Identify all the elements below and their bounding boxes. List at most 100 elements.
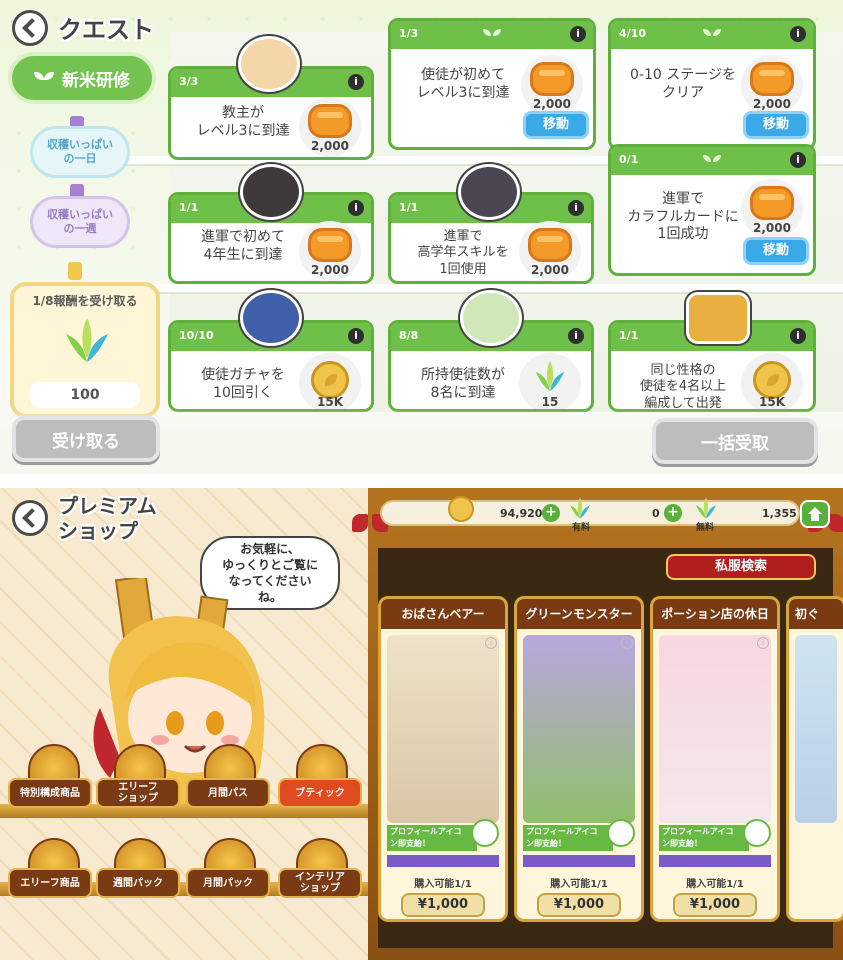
purchase-limit: 購入可能1/1 — [414, 879, 472, 890]
character-portrait — [240, 290, 302, 346]
add-gold-button[interactable]: + — [542, 504, 560, 522]
coin-icon — [750, 62, 794, 96]
quest-progress: 4/10 — [619, 27, 646, 40]
receive-button[interactable]: 受け取る — [12, 416, 160, 462]
gold-coin-icon — [753, 361, 791, 399]
coin-icon — [308, 104, 352, 138]
reward-coin: 2,000 — [521, 55, 583, 115]
mascot-portrait — [686, 292, 750, 344]
reward-coin: 2,000 — [299, 221, 361, 281]
category-tab-newbie[interactable]: 新米研修 — [8, 52, 156, 104]
special-bundle-button[interactable]: 特別構成商品 — [8, 778, 92, 808]
product-card[interactable]: 初ぐ — [786, 596, 843, 922]
info-icon[interactable]: i — [790, 26, 806, 42]
coin-icon — [308, 228, 352, 262]
quest-progress: 1/1 — [399, 201, 419, 214]
home-button[interactable] — [800, 500, 830, 528]
quest-progress: 1/1 — [619, 329, 639, 342]
paid-leaf-icon — [569, 497, 591, 519]
info-icon[interactable]: i — [570, 26, 586, 42]
go-button[interactable]: 移動 — [523, 111, 589, 139]
info-icon[interactable]: i — [757, 637, 769, 649]
product-tag: プロフィールアイコ ン即支給！ — [659, 825, 749, 851]
reward-amount: 15K — [317, 395, 343, 409]
coin-icon — [530, 62, 574, 96]
quest-description: 使徒ガチャを 10回引く — [201, 367, 285, 401]
product-note — [523, 855, 635, 867]
quest-description: 所持使徒数が 8名に到達 — [421, 367, 505, 401]
quest-description: 同じ性格の 使徒を4名以上 編成して出発 — [639, 363, 727, 411]
coin-icon — [750, 186, 794, 220]
monthly-pass-button[interactable]: 月間パス — [186, 778, 270, 808]
quest-description: 進軍で カラフルカードに 1回成功 — [627, 191, 739, 242]
category-label: 新米研修 — [62, 70, 130, 91]
quest-screen: クエスト 新米研修 収穫いっぱい の一日 収穫いっぱい の一週 1/8報酬を受け… — [0, 0, 843, 474]
free-leaf-icon — [695, 497, 717, 519]
quest-progress: 8/8 — [399, 329, 419, 342]
purchase-limit: 購入可能1/1 — [686, 879, 744, 890]
info-icon[interactable]: i — [790, 152, 806, 168]
gold-amount: 94,920 — [500, 507, 543, 520]
product-note — [659, 855, 771, 867]
info-icon[interactable]: i — [348, 200, 364, 216]
product-title: 初ぐ — [789, 599, 843, 629]
reward-progress-label: 1/8報酬を受け取る — [32, 294, 138, 308]
product-image — [659, 635, 771, 823]
paid-label: 有料 — [572, 523, 591, 533]
price-button[interactable]: ¥1,000 — [537, 893, 621, 917]
product-image — [387, 635, 499, 823]
quest-card: 1/3 i 使徒が初めて レベル3に到達 2,000 移動 — [388, 18, 596, 150]
info-icon[interactable]: i — [568, 200, 584, 216]
quest-description: 進軍で初めて 4年生に到達 — [201, 229, 285, 263]
progress-reward-panel: 1/8報酬を受け取る 100 — [10, 282, 160, 418]
info-icon[interactable]: i — [348, 328, 364, 344]
weekly-pack-button[interactable]: 週間パック — [96, 868, 180, 898]
reward-amount: 2,000 — [753, 97, 791, 111]
product-tag: プロフィールアイコ ン即支給！ — [523, 825, 613, 851]
bulk-receive-button[interactable]: 一括受取 — [652, 418, 818, 464]
add-paid-button[interactable]: + — [664, 504, 682, 522]
sprout-icon — [703, 27, 721, 41]
product-image — [795, 635, 837, 823]
category-tab-weekly[interactable]: 収穫いっぱい の一週 — [30, 196, 130, 248]
price-button[interactable]: ¥1,000 — [673, 893, 757, 917]
info-icon[interactable]: i — [485, 637, 497, 649]
monthly-pack-button[interactable]: 月間パック — [186, 868, 270, 898]
quest-progress: 1/3 — [399, 27, 419, 40]
back-button[interactable] — [12, 500, 48, 536]
quest-description: 使徒が初めて レベル3に到達 — [416, 67, 510, 101]
reward-amount: 2,000 — [531, 263, 569, 277]
info-icon[interactable]: i — [348, 74, 364, 90]
gold-coin-icon — [311, 361, 349, 399]
product-image — [523, 635, 635, 823]
leaf-gem-icon — [535, 361, 565, 391]
elief-shop-button[interactable]: エリーフ ショップ — [96, 778, 180, 808]
product-card[interactable]: ポーション店の休日 i プロフィールアイコ ン即支給！ 購入可能1/1 ¥1,0… — [650, 596, 780, 922]
reward-coin: 2,000 — [519, 221, 581, 281]
elief-goods-button[interactable]: エリーフ商品 — [8, 868, 92, 898]
info-icon[interactable]: i — [790, 328, 806, 344]
gold-coin-icon — [448, 496, 474, 522]
price-button[interactable]: ¥1,000 — [401, 893, 485, 917]
quest-progress: 1/1 — [179, 201, 199, 214]
category-tab-daily[interactable]: 収穫いっぱい の一日 — [30, 126, 130, 178]
go-button[interactable]: 移動 — [743, 111, 809, 139]
outfit-search-tab[interactable]: 私服検索 — [666, 554, 816, 580]
info-icon[interactable]: i — [568, 328, 584, 344]
info-icon[interactable]: i — [621, 637, 633, 649]
quest-description: 0-10 ステージを クリア — [630, 67, 736, 101]
character-portrait — [458, 164, 520, 220]
back-button[interactable] — [12, 10, 48, 46]
boutique-button[interactable]: ブティック — [278, 778, 362, 808]
product-card[interactable]: おばさんベアー i プロフィールアイコ ン即支給！ 購入可能1/1 ¥1,000 — [378, 596, 508, 922]
reward-coin: 2,000 — [741, 179, 803, 239]
page-title: クエスト — [58, 16, 154, 44]
leaf-gem-icon — [66, 318, 108, 362]
interior-shop-button[interactable]: インテリア ショップ — [278, 868, 362, 898]
quest-progress: 0/1 — [619, 153, 639, 166]
sprout-icon — [34, 70, 54, 86]
product-card[interactable]: グリーンモンスター i プロフィールアイコ ン即支給！ 購入可能1/1 ¥1,0… — [514, 596, 644, 922]
clip-icon — [68, 262, 82, 280]
go-button[interactable]: 移動 — [743, 237, 809, 265]
reward-coin: 15 — [519, 353, 581, 409]
